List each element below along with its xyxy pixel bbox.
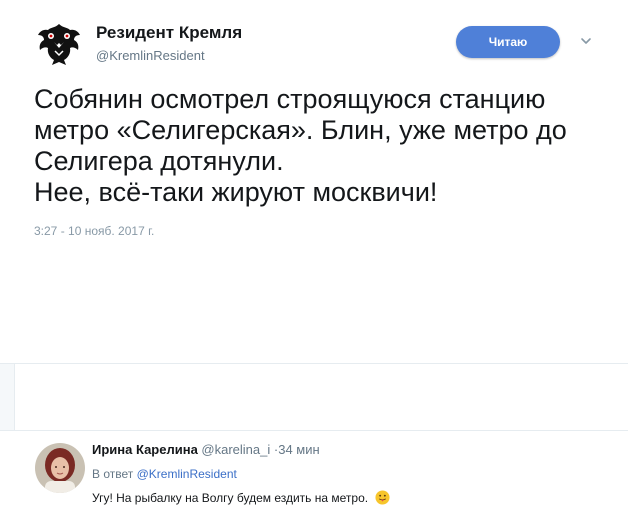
reply-author-handle[interactable]: @karelina_i (201, 442, 270, 457)
following-button[interactable]: Читаю (456, 26, 560, 58)
tweet-text: Собянин осмотрел строящуюся станцию метр… (34, 84, 594, 208)
in-reply-mention-link[interactable]: @KremlinResident (137, 467, 237, 481)
main-tweet: Резидент Кремля @KremlinResident Читаю С… (0, 0, 628, 372)
tweet-text-line: Собянин осмотрел строящуюся станцию (34, 84, 546, 114)
reply-text: Угу! На рыбалку на Волгу будем ездить на… (92, 490, 390, 505)
reply-header: Ирина Карелина @karelina_i ·34 мин (92, 442, 320, 457)
user-avatar[interactable] (35, 443, 85, 493)
timeline-edge (0, 364, 15, 430)
tweet-actions-area (0, 364, 628, 430)
reply-text-body: Угу! На рыбалку на Волгу будем ездить на… (92, 491, 369, 505)
author-name[interactable]: Резидент Кремля (96, 23, 242, 43)
tweet-text-line: Селигера дотянули. (34, 146, 284, 176)
in-reply-prefix: В ответ (92, 467, 134, 481)
reply-tweet[interactable]: Ирина Карелина @karelina_i ·34 мин В отв… (0, 431, 628, 517)
tongue-face-emoji-icon (375, 490, 390, 505)
tweet-text-line: метро «Селигерская». Блин, уже метро до (34, 115, 567, 145)
tweet-timestamp[interactable]: 3:27 - 10 нояб. 2017 г. (34, 224, 154, 238)
reply-time[interactable]: ·34 мин (274, 442, 320, 457)
author-handle[interactable]: @KremlinResident (96, 48, 205, 63)
reply-author-name[interactable]: Ирина Карелина (92, 442, 198, 457)
tweet-text-line: Нее, всё-таки жируют москвичи! (34, 177, 438, 207)
kremlin-eagle-avatar[interactable] (34, 18, 84, 68)
chevron-down-icon[interactable] (579, 34, 593, 48)
in-reply-to: В ответ @KremlinResident (92, 467, 237, 481)
